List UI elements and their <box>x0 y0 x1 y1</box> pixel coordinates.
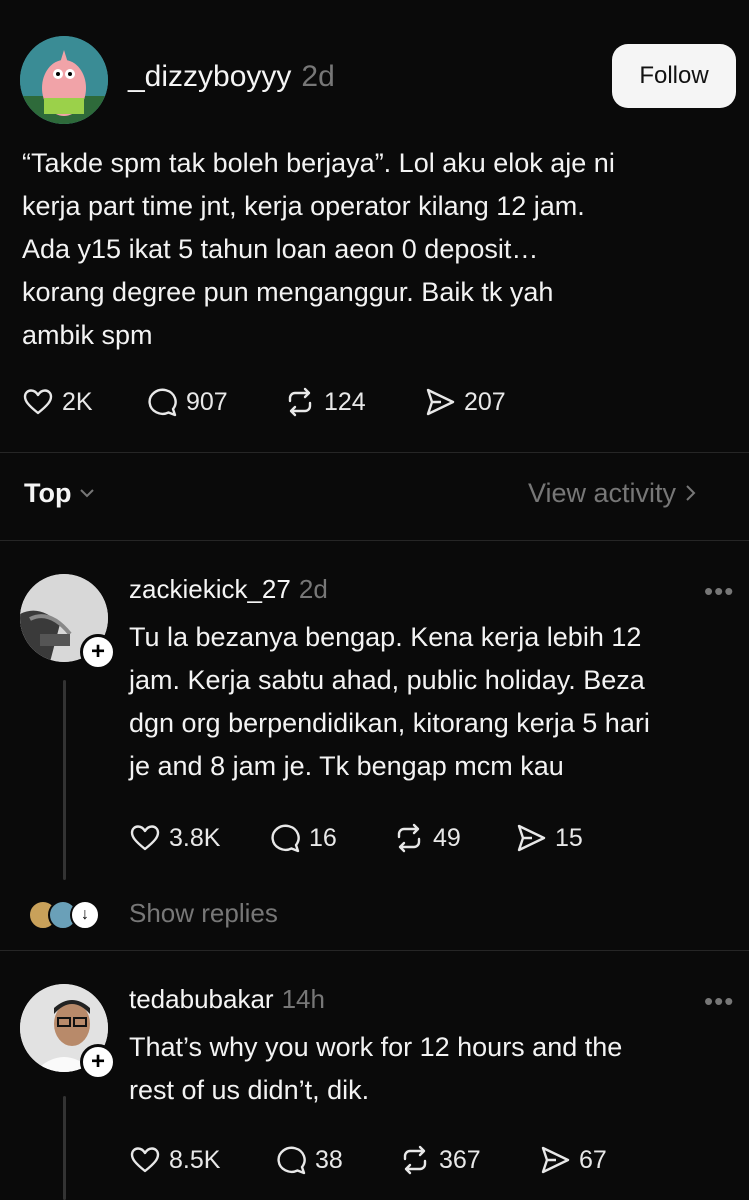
share-button[interactable]: 15 <box>515 822 583 854</box>
like-button[interactable]: 8.5K <box>129 1144 275 1176</box>
like-count: 2K <box>62 387 93 416</box>
comment-count: 16 <box>309 823 337 852</box>
follow-plus-badge[interactable]: + <box>80 1044 116 1080</box>
comment-count: 907 <box>186 387 228 416</box>
share-count: 15 <box>555 823 583 852</box>
divider <box>0 540 749 541</box>
repost-button[interactable]: 49 <box>393 822 515 854</box>
divider <box>0 950 749 951</box>
share-button[interactable]: 67 <box>539 1144 607 1176</box>
more-dots-icon[interactable]: ••• <box>704 986 734 1017</box>
username-text[interactable]: _dizzyboyyy <box>128 60 291 93</box>
share-count: 67 <box>579 1145 607 1174</box>
share-count: 207 <box>464 387 506 416</box>
like-count: 3.8K <box>169 823 221 852</box>
divider <box>0 452 749 453</box>
reply-author-username[interactable]: zackiekick_27 2d <box>129 574 328 605</box>
thread-line <box>63 1096 66 1200</box>
repost-button[interactable]: 367 <box>399 1144 539 1176</box>
reply-text: That’s why you work for 12 hours and the… <box>129 1032 623 1105</box>
send-icon <box>426 388 455 416</box>
comment-bubble-icon <box>277 1146 306 1175</box>
repost-count: 49 <box>433 823 461 852</box>
comment-button[interactable]: 16 <box>269 822 393 854</box>
like-button[interactable]: 2K <box>22 386 146 418</box>
repost-icon <box>397 823 421 853</box>
comment-button[interactable]: 907 <box>146 386 284 418</box>
sort-label: Top <box>24 478 72 508</box>
comment-bubble-icon <box>148 388 177 417</box>
repost-button[interactable]: 124 <box>284 386 424 418</box>
send-icon <box>541 1146 570 1174</box>
view-activity-link[interactable]: View activity <box>528 478 696 509</box>
repost-icon <box>288 387 312 417</box>
comment-button[interactable]: 38 <box>275 1144 399 1176</box>
reply-timestamp: 2d <box>298 574 328 604</box>
share-button[interactable]: 207 <box>424 386 506 418</box>
repost-count: 124 <box>324 387 366 416</box>
show-replies-link[interactable]: Show replies <box>129 898 278 929</box>
heart-icon <box>130 825 160 851</box>
repost-icon <box>403 1145 427 1175</box>
comment-count: 38 <box>315 1145 343 1174</box>
sort-dropdown[interactable]: Top <box>24 478 95 509</box>
thread-line <box>63 680 66 880</box>
reply-avatars-stack[interactable]: ↓ <box>28 900 100 930</box>
chevron-down-icon <box>79 483 95 504</box>
post-actions: 2K 907 124 207 <box>22 386 506 418</box>
post-author-avatar[interactable] <box>20 36 108 124</box>
username-text[interactable]: tedabubakar <box>129 984 274 1014</box>
like-count: 8.5K <box>169 1145 221 1174</box>
reply-text: Tu la bezanya bengap. Kena kerja lebih 1… <box>129 622 650 781</box>
view-activity-label: View activity <box>528 478 677 508</box>
username-text[interactable]: zackiekick_27 <box>129 574 291 604</box>
arrow-down-icon: ↓ <box>70 900 100 930</box>
post-text: “Takde spm tak boleh berjaya”. Lol aku e… <box>22 148 615 350</box>
reply-actions: 8.5K 38 367 67 <box>129 1144 607 1176</box>
reply-timestamp: 14h <box>281 984 325 1014</box>
patrick-avatar-image <box>20 36 108 124</box>
send-icon <box>517 824 546 852</box>
comment-bubble-icon <box>271 824 300 853</box>
post-timestamp: 2d <box>301 60 335 93</box>
heart-icon <box>23 389 53 415</box>
heart-icon <box>130 1147 160 1173</box>
follow-button[interactable]: Follow <box>612 44 736 108</box>
follow-plus-badge[interactable]: + <box>80 634 116 670</box>
chevron-right-icon <box>684 478 696 509</box>
post-author-username[interactable]: _dizzyboyyy 2d <box>128 60 335 94</box>
reply-actions: 3.8K 16 49 15 <box>129 822 583 854</box>
more-dots-icon[interactable]: ••• <box>704 576 734 607</box>
repost-count: 367 <box>439 1145 481 1174</box>
like-button[interactable]: 3.8K <box>129 822 269 854</box>
reply-author-username[interactable]: tedabubakar 14h <box>129 984 325 1015</box>
